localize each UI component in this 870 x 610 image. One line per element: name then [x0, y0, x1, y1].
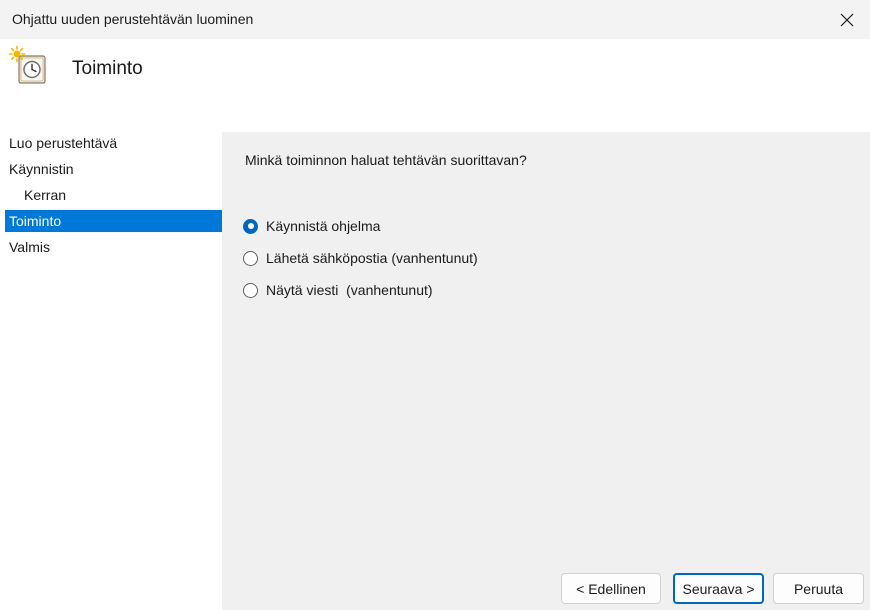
- wizard-header: Toiminto: [0, 39, 870, 132]
- option-label: Käynnistä ohjelma: [266, 218, 381, 234]
- sidebar-item-luo-perustehtava[interactable]: Luo perustehtävä: [5, 132, 222, 154]
- wizard-steps-sidebar: Luo perustehtävä Käynnistin Kerran Toimi…: [0, 132, 222, 610]
- close-button[interactable]: [824, 0, 870, 39]
- title-bar: Ohjattu uuden perustehtävän luominen: [0, 0, 870, 39]
- back-button[interactable]: < Edellinen: [561, 573, 661, 604]
- option-send-email[interactable]: Lähetä sähköpostia (vanhentunut): [243, 248, 478, 268]
- action-question: Minkä toiminnon haluat tehtävän suoritta…: [245, 152, 527, 168]
- cancel-button[interactable]: Peruuta: [773, 573, 864, 604]
- radio-button[interactable]: [243, 282, 258, 298]
- sidebar-item-toiminto[interactable]: Toiminto: [5, 210, 222, 232]
- task-scheduler-clock-icon: [8, 45, 46, 84]
- option-label: Näytä viesti (vanhentunut): [266, 282, 433, 298]
- page-title: Toiminto: [72, 58, 143, 79]
- sidebar-item-kerran[interactable]: Kerran: [5, 184, 222, 206]
- option-start-program[interactable]: Käynnistä ohjelma: [243, 216, 380, 236]
- next-button[interactable]: Seuraava >: [673, 573, 764, 604]
- close-icon: [840, 13, 854, 26]
- sidebar-item-kaynnistin[interactable]: Käynnistin: [5, 158, 222, 180]
- option-label: Lähetä sähköpostia (vanhentunut): [266, 250, 478, 266]
- radio-button-checked[interactable]: [243, 218, 258, 234]
- radio-button[interactable]: [243, 250, 258, 266]
- window-title: Ohjattu uuden perustehtävän luominen: [12, 11, 254, 27]
- sidebar-item-valmis[interactable]: Valmis: [5, 236, 222, 258]
- option-show-message[interactable]: Näytä viesti (vanhentunut): [243, 280, 433, 300]
